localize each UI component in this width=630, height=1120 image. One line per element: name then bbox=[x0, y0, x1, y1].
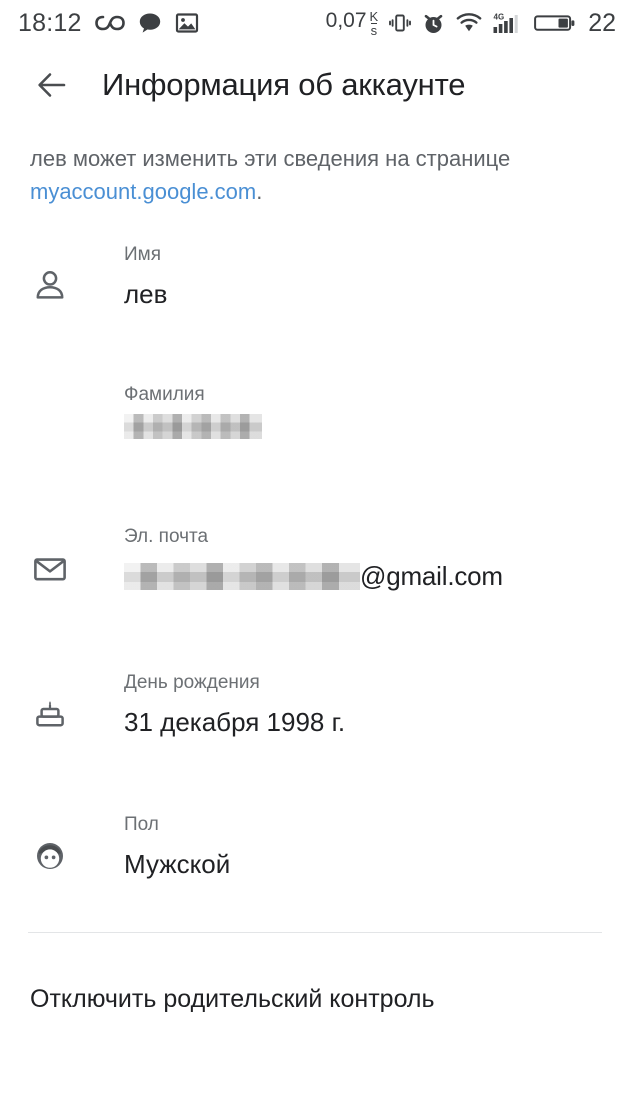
page-title: Информация об аккаунте bbox=[102, 67, 466, 102]
battery-icon bbox=[534, 12, 576, 34]
field-body: Фамилия bbox=[96, 376, 600, 439]
field-value: лев bbox=[124, 279, 168, 309]
network-speed-unit: K s bbox=[369, 9, 379, 38]
field-label: Эл. почта bbox=[124, 526, 209, 547]
disable-parental-control-button[interactable]: Отключить родительский контроль bbox=[0, 933, 630, 1014]
status-bar: 18:12 0,07 K s 4G 22 bbox=[0, 0, 630, 46]
field-body: День рождения 31 декабря 1998 г. bbox=[96, 664, 600, 742]
redacted-last-name bbox=[124, 414, 262, 439]
svg-text:4G: 4G bbox=[494, 12, 505, 21]
field-label: Фамилия bbox=[124, 384, 205, 405]
redacted-email-local bbox=[124, 562, 360, 590]
image-icon bbox=[175, 11, 199, 35]
network-speed-value: 0,07 bbox=[325, 9, 367, 32]
status-bar-left: 18:12 bbox=[18, 9, 199, 38]
field-body: Эл. почта @gmail.com bbox=[96, 518, 600, 596]
status-time: 18:12 bbox=[18, 8, 82, 37]
back-button[interactable] bbox=[26, 59, 78, 111]
infinity-icon bbox=[94, 13, 125, 33]
account-info-screen: 18:12 0,07 K s 4G 22 Информация об аккау… bbox=[0, 0, 630, 1120]
myaccount-link[interactable]: myaccount.google.com bbox=[30, 179, 256, 204]
wifi-icon bbox=[456, 12, 482, 34]
chat-bubble-icon bbox=[138, 11, 162, 35]
account-fields-list: Имя лев Фамилия Эл. почта @gmail.com Ден… bbox=[0, 236, 630, 924]
face-icon bbox=[30, 806, 96, 876]
field-value-redacted bbox=[124, 408, 600, 439]
no-icon-spacer bbox=[30, 376, 96, 406]
field-row-first-name[interactable]: Имя лев bbox=[0, 236, 630, 376]
field-body: Пол Мужской bbox=[96, 806, 600, 884]
field-row-gender[interactable]: Пол Мужской bbox=[0, 806, 630, 924]
field-value-email: @gmail.com bbox=[124, 550, 600, 596]
battery-percent: 22 bbox=[588, 8, 616, 37]
field-row-birthday[interactable]: День рождения 31 декабря 1998 г. bbox=[0, 664, 630, 806]
field-label: Пол bbox=[124, 814, 159, 835]
email-domain: @gmail.com bbox=[360, 561, 503, 591]
field-body: Имя лев bbox=[96, 236, 600, 314]
description-text-after: . bbox=[256, 179, 263, 204]
back-arrow-icon bbox=[38, 73, 66, 97]
field-row-last-name[interactable]: Фамилия bbox=[0, 376, 630, 518]
email-icon bbox=[30, 518, 96, 588]
person-icon bbox=[30, 236, 96, 306]
field-row-email[interactable]: Эл. почта @gmail.com bbox=[0, 518, 630, 664]
signal-bars-icon: 4G bbox=[493, 11, 523, 35]
field-label: День рождения bbox=[124, 672, 260, 693]
account-description: лев может изменить эти сведения на стран… bbox=[0, 124, 630, 208]
field-value: 31 декабря 1998 г. bbox=[124, 707, 346, 737]
field-value: Мужской bbox=[124, 849, 231, 879]
field-label: Имя bbox=[124, 244, 162, 265]
description-text-before: лев может изменить эти сведения на стран… bbox=[30, 146, 511, 171]
cake-icon bbox=[30, 664, 96, 734]
app-header: Информация об аккаунте bbox=[0, 46, 630, 124]
vibrate-icon bbox=[389, 12, 412, 34]
network-speed: 0,07 K s bbox=[326, 9, 379, 37]
status-bar-right: 0,07 K s 4G 22 bbox=[326, 9, 616, 38]
alarm-clock-icon bbox=[422, 12, 445, 35]
